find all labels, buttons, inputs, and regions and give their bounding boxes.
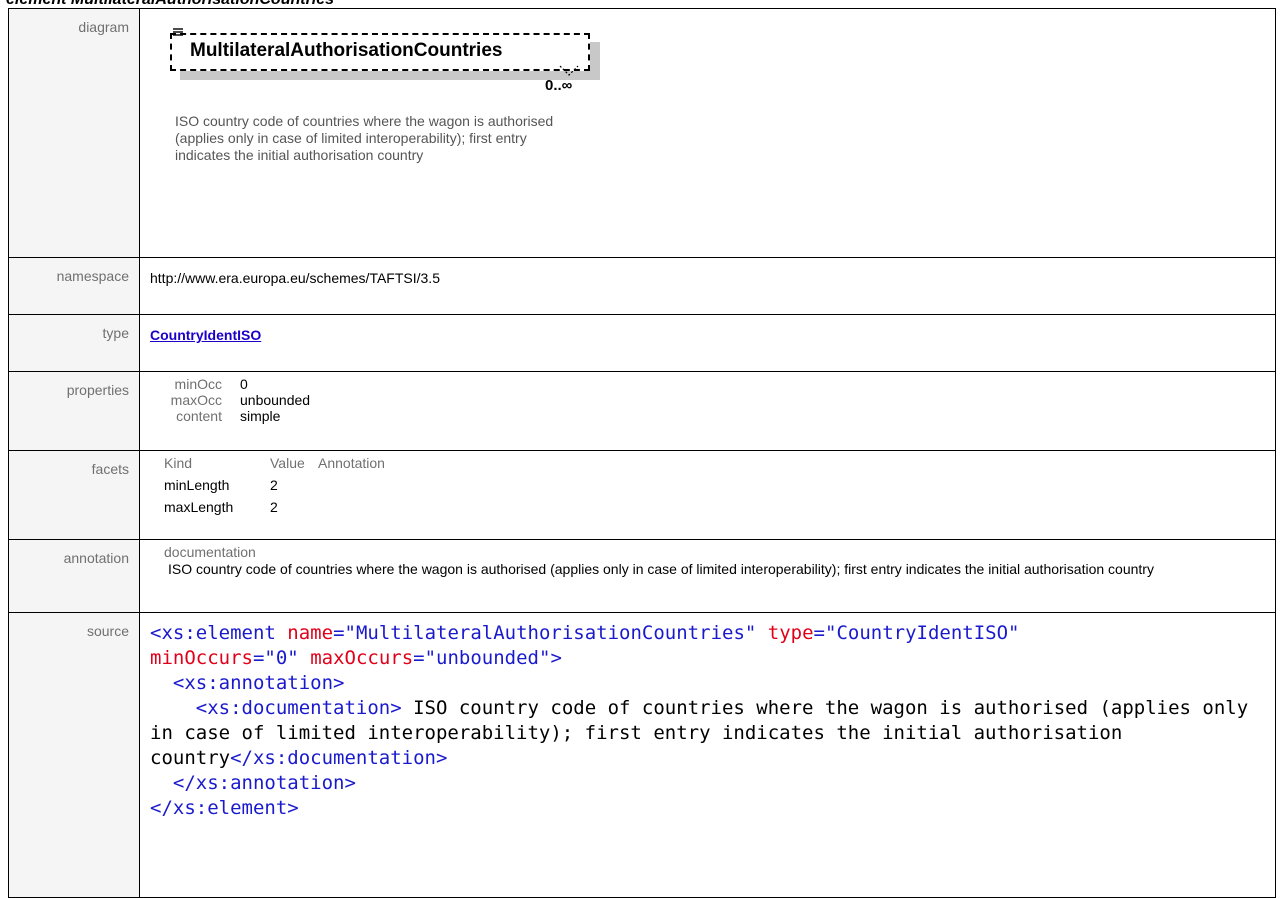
property-key: content [176, 408, 222, 424]
source-attr: name [287, 622, 334, 644]
diagram-cell: MultilateralAuthorisationCountries 0..∞ … [139, 8, 1276, 258]
facet-value: 2 [270, 499, 278, 515]
source-attr: maxOccurs [310, 647, 414, 669]
element-diagram: MultilateralAuthorisationCountries 0..∞ … [150, 13, 610, 245]
source-tag: > [550, 647, 562, 669]
facets-cell: Kind Value Annotation minLength 2 maxLen… [139, 450, 1276, 540]
namespace-value: http://www.era.europa.eu/schemes/TAFTSI/… [139, 257, 1276, 315]
diagram-row: diagram MultilateralAuthorisationCountri… [8, 8, 1276, 258]
occurrence-label: 0..∞ [545, 77, 573, 94]
repeat-connector-icon [559, 65, 579, 76]
diagram-annotation-note: ISO country code of countries where the … [175, 113, 554, 163]
facet-value: 2 [270, 477, 278, 493]
source-tag: <xs:documentation> [195, 697, 402, 719]
property-key: maxOcc [170, 392, 222, 408]
source-tag: </xs:annotation> [172, 772, 356, 794]
documentation-text: ISO country code of countries where the … [168, 561, 1154, 577]
source-row: source <xs:element name="MultilateralAut… [8, 612, 1276, 898]
type-label: type [8, 314, 140, 372]
properties-list: minOcc 0 maxOcc unbounded content simple [150, 376, 1265, 424]
source-cell: <xs:element name="MultilateralAuthorisat… [139, 612, 1276, 898]
element-doc-table: diagram MultilateralAuthorisationCountri… [8, 8, 1276, 898]
property-key: minOcc [174, 376, 222, 392]
facets-header: Kind Value Annotation [150, 455, 1265, 471]
properties-label: properties [8, 371, 140, 451]
facet-kind: minLength [164, 477, 230, 493]
facets-header-annotation: Annotation [318, 455, 385, 471]
source-code: <xs:element name="MultilateralAuthorisat… [150, 622, 1260, 819]
facet-kind: maxLength [164, 499, 234, 515]
source-label: source [8, 612, 140, 898]
facets-label: facets [8, 450, 140, 540]
type-link[interactable]: CountryIdentISO [150, 327, 261, 343]
type-cell: CountryIdentISO [139, 314, 1276, 372]
property-value: unbounded [240, 392, 311, 408]
type-row: type CountryIdentISO [8, 314, 1276, 372]
annotation-label: annotation [8, 539, 140, 613]
diagram-label: diagram [8, 8, 140, 258]
source-tag: </xs:element> [150, 797, 299, 819]
source-tag: <xs:annotation> [172, 672, 345, 694]
property-value: simple [240, 408, 281, 424]
source-attr-value: "MultilateralAuthorisationCountries" [344, 622, 757, 644]
source-tag: <xs:element [150, 622, 276, 644]
property-value: 0 [240, 376, 248, 392]
source-attr: type [767, 622, 814, 644]
annotation-cell: documentation ISO country code of countr… [139, 539, 1276, 613]
source-attr-value: "0" [264, 647, 299, 669]
source-attr-value: "unbounded" [424, 647, 551, 669]
properties-row: properties minOcc 0 maxOcc unbounded con… [8, 371, 1276, 451]
documentation-label: documentation [164, 544, 256, 560]
facets-header-value: Value [270, 455, 305, 471]
source-attr-value: "CountryIdentISO" [825, 622, 1020, 644]
annotation-row: annotation documentation ISO country cod… [8, 539, 1276, 613]
documentation-icon [173, 28, 183, 36]
element-name: MultilateralAuthorisationCountries [190, 40, 503, 61]
facets-row: facets Kind Value Annotation minLength 2… [8, 450, 1276, 540]
source-tag: </xs:documentation> [230, 747, 448, 769]
facet-row: maxLength 2 [150, 499, 1265, 515]
namespace-label: namespace [8, 257, 140, 315]
namespace-row: namespace http://www.era.europa.eu/schem… [8, 257, 1276, 315]
source-attr: minOccurs [150, 647, 253, 669]
facet-row: minLength 2 [150, 477, 1265, 493]
properties-cell: minOcc 0 maxOcc unbounded content simple [139, 371, 1276, 451]
facets-header-kind: Kind [164, 455, 193, 471]
